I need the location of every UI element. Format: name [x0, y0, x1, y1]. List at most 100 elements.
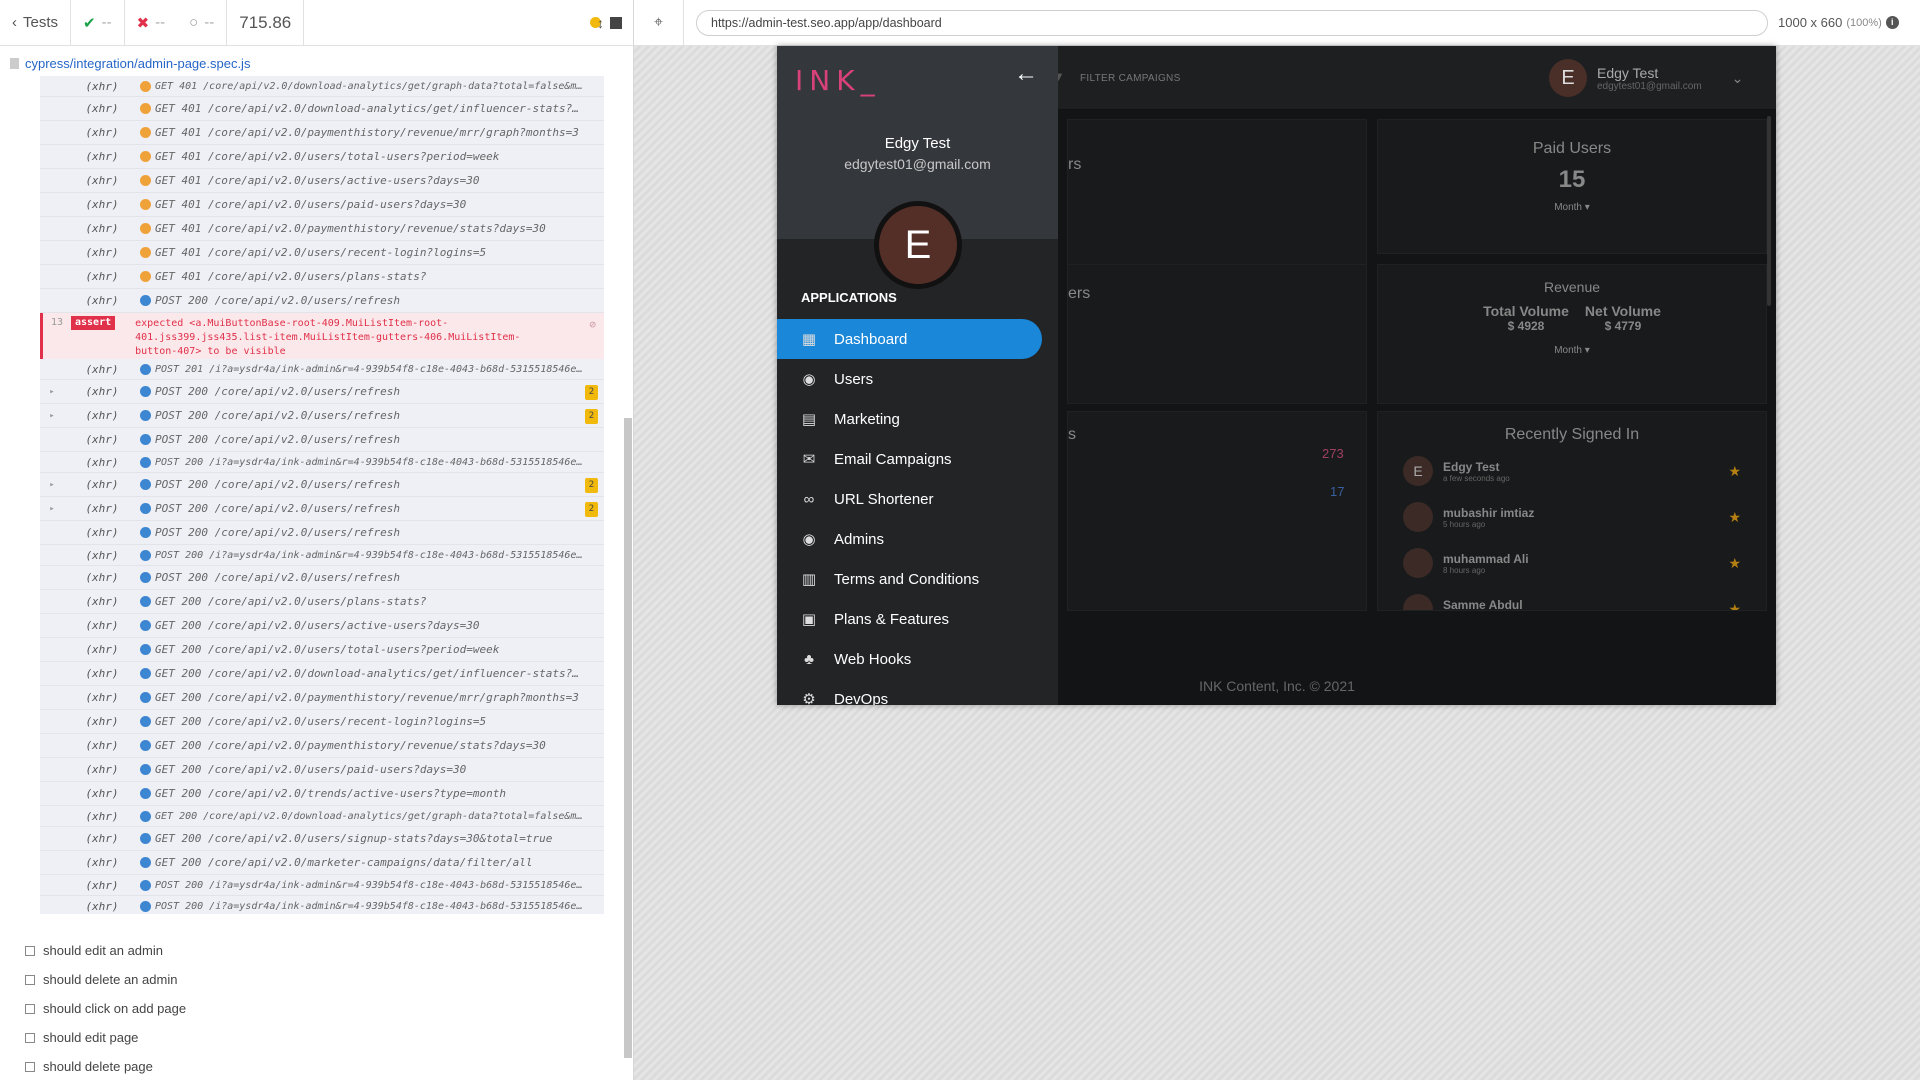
app-footer: INK Content, Inc. © 2021: [1199, 678, 1355, 694]
log-row[interactable]: (xhr) GET 401 /core/api/v2.0/users/plans-…: [40, 265, 604, 289]
log-row[interactable]: (xhr) GET 200 /core/api/v2.0/users/total-…: [40, 638, 604, 662]
log-row[interactable]: ▸ (xhr) POST 200 /core/api/v2.0/users/refr…: [40, 404, 604, 428]
log-message: POST 200 /core/api/v2.0/users/refresh: [155, 526, 401, 539]
log-row[interactable]: (xhr) GET 200 /core/api/v2.0/download-ana…: [40, 806, 604, 827]
status-dot-icon: [140, 833, 151, 844]
nav-item-web-hooks[interactable]: ♣ Web Hooks: [777, 639, 1042, 679]
log-row[interactable]: (xhr) GET 200 /core/api/v2.0/users/active…: [40, 614, 604, 638]
spec-file-path[interactable]: cypress/integration/admin-page.spec.js: [0, 50, 633, 76]
avatar: E: [1403, 456, 1433, 486]
log-message: GET 200 /core/api/v2.0/users/active-user…: [155, 619, 480, 632]
tests-button[interactable]: ‹ Tests: [0, 0, 72, 45]
log-row[interactable]: (xhr) POST 200 /i?a=ysdr4a/ink-admin&r=4-…: [40, 545, 604, 566]
period-select[interactable]: Month ▾: [1378, 202, 1766, 213]
log-row[interactable]: (xhr) POST 200 /i?a=ysdr4a/ink-admin&r=4-…: [40, 452, 604, 473]
nav-item-devops[interactable]: ⚙ DevOps: [777, 679, 1042, 706]
log-row[interactable]: (xhr) POST 200 /core/api/v2.0/users/refre…: [40, 289, 604, 313]
nav-label: Terms and Conditions: [834, 570, 980, 588]
list-item[interactable]: Samme Abdul9 hours ago★: [1378, 586, 1766, 610]
nav-item-url-shortener[interactable]: ∞ URL Shortener: [777, 479, 1042, 519]
test-item[interactable]: should click on add page: [25, 994, 585, 1023]
log-row[interactable]: (xhr) GET 200 /core/api/v2.0/users/paid-u…: [40, 758, 604, 782]
log-kind: (xhr): [85, 739, 119, 752]
log-row[interactable]: (xhr) GET 200 /core/api/v2.0/trends/activ…: [40, 782, 604, 806]
url-field[interactable]: [696, 9, 1768, 36]
log-kind: (xhr): [85, 502, 119, 515]
count-badge: 2: [585, 502, 598, 517]
assert-failure[interactable]: 13 assert expected <a.MuiButtonBase-root…: [40, 313, 604, 359]
log-row[interactable]: (xhr) GET 401 /core/api/v2.0/users/recent…: [40, 241, 604, 265]
status-dot-icon: [140, 247, 151, 258]
nav-item-dashboard[interactable]: ▦ Dashboard: [777, 319, 1042, 359]
log-kind: (xhr): [85, 270, 119, 283]
log-row[interactable]: ▸ (xhr) POST 200 /core/api/v2.0/users/refr…: [40, 497, 604, 521]
log-row[interactable]: (xhr) GET 200 /core/api/v2.0/users/signup…: [40, 827, 604, 851]
log-row[interactable]: (xhr) POST 200 /core/api/v2.0/users/refre…: [40, 566, 604, 590]
nav-item-admins[interactable]: ◉ Admins: [777, 519, 1042, 559]
status-dot-icon: [140, 879, 151, 891]
nav-item-email-campaigns[interactable]: ✉ Email Campaigns: [777, 439, 1042, 479]
log-row[interactable]: (xhr) POST 200 /core/api/v2.0/users/refre…: [40, 521, 604, 545]
test-item[interactable]: should edit page: [25, 1023, 585, 1052]
status-dot-icon: [140, 103, 151, 114]
nav-item-terms-and-conditions[interactable]: ▥ Terms and Conditions: [777, 559, 1042, 599]
user-menu[interactable]: E Edgy Test edgytest01@gmail.com ⌄: [1549, 59, 1743, 97]
stop-icon[interactable]: [610, 16, 622, 29]
log-message: GET 401 /core/api/v2.0/users/active-user…: [155, 174, 480, 187]
log-row[interactable]: (xhr) GET 200 /core/api/v2.0/users/recent…: [40, 710, 604, 734]
nav-item-marketing[interactable]: ▤ Marketing: [777, 399, 1042, 439]
nav-item-plans-features[interactable]: ▣ Plans & Features: [777, 599, 1042, 639]
log-row[interactable]: (xhr) GET 401 /core/api/v2.0/download-ana…: [40, 76, 604, 97]
log-row[interactable]: (xhr) GET 401 /core/api/v2.0/paymenthisto…: [40, 217, 604, 241]
log-row[interactable]: (xhr) POST 200 /i?a=ysdr4a/ink-admin&r=4-…: [40, 875, 604, 896]
log-row[interactable]: (xhr) GET 401 /core/api/v2.0/paymenthisto…: [40, 121, 604, 145]
status-dot-icon: [140, 363, 151, 375]
test-item[interactable]: should edit an admin: [25, 936, 585, 965]
count-badge: 2: [585, 409, 598, 424]
status-dot-icon: [140, 456, 151, 468]
status-dot-icon: [140, 410, 151, 421]
count-badge: 2: [585, 385, 598, 400]
test-title: should delete an admin: [43, 972, 178, 987]
stat-card: ers: [1067, 264, 1367, 404]
log-row[interactable]: (xhr) POST 200 /core/api/v2.0/users/refre…: [40, 428, 604, 452]
log-row[interactable]: (xhr) GET 401 /core/api/v2.0/download-ana…: [40, 97, 604, 121]
test-item[interactable]: should delete an admin: [25, 965, 585, 994]
log-message: POST 200 /core/api/v2.0/users/refresh: [155, 385, 401, 398]
log-row[interactable]: ▸ (xhr) POST 200 /core/api/v2.0/users/refr…: [40, 473, 604, 497]
log-row[interactable]: (xhr) GET 401 /core/api/v2.0/users/total-…: [40, 145, 604, 169]
test-item[interactable]: should delete page: [25, 1052, 585, 1080]
log-row[interactable]: (xhr) GET 401 /core/api/v2.0/users/active…: [40, 169, 604, 193]
arrow-left-icon[interactable]: ←: [1014, 60, 1038, 88]
log-row[interactable]: (xhr) GET 401 /core/api/v2.0/users/paid-u…: [40, 193, 604, 217]
pending-count: ○ --: [177, 0, 228, 45]
log-kind: (xhr): [85, 174, 119, 187]
log-message: GET 401 /core/api/v2.0/paymenthistory/re…: [155, 222, 546, 235]
log-row[interactable]: (xhr) POST 200 /i?a=ysdr4a/ink-admin&r=4-…: [40, 896, 604, 914]
nav-item-users[interactable]: ◉ Users: [777, 359, 1042, 399]
period-select[interactable]: Month ▾: [1378, 345, 1766, 356]
log-message: GET 200 /core/api/v2.0/paymenthistory/re…: [155, 691, 579, 704]
list-item[interactable]: mubashir imtiaz 5 hours ago ★: [1378, 494, 1766, 540]
info-icon[interactable]: i: [1885, 16, 1899, 29]
scrollbar[interactable]: [624, 418, 632, 1058]
log-row[interactable]: (xhr) GET 200 /core/api/v2.0/paymenthisto…: [40, 734, 604, 758]
log-message: GET 200 /core/api/v2.0/download-analytic…: [155, 667, 585, 680]
log-row[interactable]: (xhr) GET 200 /core/api/v2.0/users/plans-…: [40, 590, 604, 614]
scroll-toggle-icon[interactable]: ↕: [597, 15, 604, 31]
log-row[interactable]: ▸ (xhr) POST 200 /core/api/v2.0/users/refr…: [40, 380, 604, 404]
status-dot-icon: [140, 692, 151, 703]
log-row[interactable]: (xhr) GET 200 /core/api/v2.0/marketer-cam…: [40, 851, 604, 875]
log-row[interactable]: (xhr) GET 200 /core/api/v2.0/download-ana…: [40, 662, 604, 686]
filter-campaigns[interactable]: FILTER CAMPAIGNS: [1080, 73, 1181, 84]
log-kind: (xhr): [85, 455, 119, 469]
selector-playground-icon[interactable]: ⌖: [634, 0, 684, 46]
caret-right-icon: ▸: [49, 479, 55, 490]
log-row[interactable]: (xhr) POST 201 /i?a=ysdr4a/ink-admin&r=4-…: [40, 359, 604, 380]
log-row[interactable]: (xhr) GET 200 /core/api/v2.0/paymenthisto…: [40, 686, 604, 710]
list-item[interactable]: E Edgy Test a few seconds ago ★: [1378, 448, 1766, 494]
nav-label: Users: [834, 370, 874, 388]
list-item[interactable]: muhammad Ali 8 hours ago ★: [1378, 540, 1766, 586]
log-message: GET 200 /core/api/v2.0/marketer-campaign…: [155, 856, 533, 869]
log-kind: (xhr): [85, 246, 119, 259]
